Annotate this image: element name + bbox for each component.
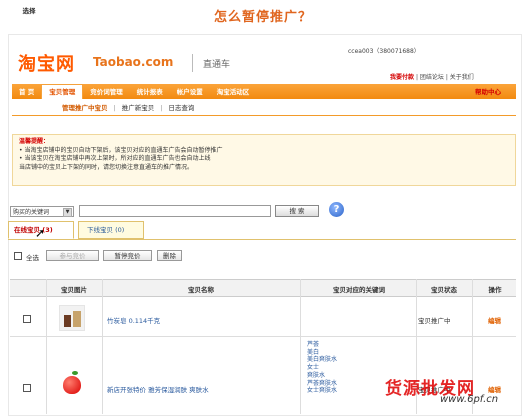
page-heading: 怎么暂停推广？ [213, 10, 312, 25]
product-thumbnail[interactable] [59, 305, 85, 331]
sub-nav: 管理推广中宝贝 | 推广新宝贝 | 日志查询 [62, 104, 195, 112]
product-name-link[interactable]: 竹炭皂 0.114千克 [107, 315, 160, 325]
col-divider [46, 279, 47, 414]
col-status: 宝贝状态 [431, 286, 457, 294]
search-type-value: 购买的关键词 [13, 209, 50, 216]
nav-account[interactable]: 帐户设置 [170, 85, 210, 100]
nav-activities[interactable]: 淘宝活动区 [210, 85, 257, 100]
row-checkbox[interactable] [23, 384, 31, 392]
nav-home[interactable]: 首 页 [12, 85, 41, 100]
help-center-link[interactable]: 帮助中心 [475, 86, 501, 96]
keyword-link[interactable]: 芦荟 [307, 341, 337, 349]
col-name: 宝贝名称 [188, 286, 214, 294]
select-all-checkbox[interactable] [14, 252, 22, 260]
col-divider [300, 279, 301, 414]
col-select: 选择 [22, 7, 36, 15]
status-text: 宝贝推广中 [418, 317, 451, 325]
col-image: 宝贝图片 [61, 286, 87, 294]
search-button[interactable]: 搜 索 [275, 205, 319, 217]
user-account: ccea003（380071688） [348, 48, 420, 55]
tips-title: 温馨提醒： [19, 138, 50, 145]
apple-leaf [72, 371, 78, 375]
product-name-link[interactable]: 新店开张特价 雅芳保湿润肤 爽肤水 [107, 384, 209, 394]
subnav-new-item[interactable]: 推广新宝贝 [122, 104, 155, 112]
keyword-list: 芦荟 美白 美白爽肤水 女士 爽肤水 芦荟爽肤水 女士爽肤水 [307, 341, 337, 395]
search-input[interactable] [79, 205, 271, 217]
pause-bidding-button[interactable]: 暂停竞价 [103, 250, 152, 261]
link-pay[interactable]: 我要付款 [390, 74, 414, 81]
main-nav: 首 页宝贝管理 竞价词管理 统计报表 帐户设置 淘宝活动区 [12, 84, 516, 99]
link-forum[interactable]: 团结论坛 [420, 74, 444, 81]
nav-divider [12, 115, 516, 116]
delete-button[interactable]: 删除 [157, 250, 182, 261]
nav-reports[interactable]: 统计报表 [130, 85, 170, 100]
col-action: 操作 [488, 286, 502, 294]
tips-line: 当店铺中的宝贝上下架的同时，请您切换注意直通车的推广情况。 [19, 163, 194, 171]
keyword-link[interactable]: 女士爽肤水 [307, 387, 337, 395]
edit-link[interactable]: 编辑 [488, 384, 501, 394]
keyword-link[interactable]: 爽肤水 [307, 372, 337, 380]
taobao-logo-text: Taobao.com [93, 55, 174, 69]
set-price-button[interactable]: 参与竞价 [46, 250, 99, 261]
top-links: 我要付款 | 团结论坛 | 关于我们 [390, 74, 474, 81]
subnav-log[interactable]: 日志查询 [168, 104, 194, 112]
logo-divider [192, 54, 193, 72]
link-about[interactable]: 关于我们 [450, 74, 474, 81]
tab-label: 下线宝贝 [87, 226, 113, 234]
edit-link[interactable]: 编辑 [488, 315, 501, 325]
taobao-logo[interactable]: 淘宝网 [18, 50, 75, 76]
nav-keywords[interactable]: 竞价词管理 [83, 85, 130, 100]
tabs-underline [8, 239, 516, 240]
help-icon[interactable]: ? [329, 202, 344, 217]
tips-line: • 当该宝贝在淘宝店铺中再次上架时，所对应的直通车广告也会自动上线 [19, 155, 211, 162]
row-divider [10, 336, 516, 337]
product-thumbnail[interactable] [63, 376, 81, 394]
chevron-down-icon[interactable]: ▼ [63, 208, 72, 217]
row-checkbox[interactable] [23, 315, 31, 323]
tips-line: • 当淘宝店铺中的宝贝自动下架后，该宝贝对应的直通车广告会自动暂停推广 [19, 146, 223, 154]
nav-item-manage[interactable]: 宝贝管理 [41, 84, 84, 99]
tips-box: 温馨提醒： • 当淘宝店铺中的宝贝自动下架后，该宝贝对应的直通车广告会自动暂停推… [12, 134, 516, 186]
col-keywords: 宝贝对应的关键词 [333, 286, 385, 294]
tab-offline-items[interactable]: 下线宝贝 (0) [78, 221, 144, 239]
select-all-label: 全选 [26, 254, 39, 262]
keyword-link[interactable]: 女士 [307, 364, 337, 372]
product-name: 直通车 [203, 60, 231, 70]
subnav-manage-active[interactable]: 管理推广中宝贝 [62, 104, 108, 112]
watermark-url: www.6pf.cn [440, 394, 499, 405]
mouse-cursor-icon: ➚ [35, 226, 46, 240]
col-divider [102, 279, 103, 414]
keyword-link[interactable]: 美白爽肤水 [307, 356, 337, 364]
tab-count: (0) [115, 226, 125, 234]
search-type-select[interactable]: 购买的关键词 ▼ [10, 206, 74, 217]
